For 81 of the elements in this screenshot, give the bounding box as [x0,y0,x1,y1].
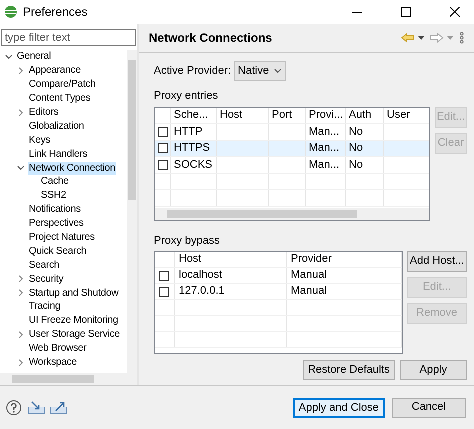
dropdown-icon[interactable] [418,36,425,40]
expand-icon[interactable] [17,289,25,298]
tree-item[interactable]: Search [28,258,60,272]
table-cell-text: SOCKS [174,158,213,172]
tree-item[interactable]: Startup and Shutdow [28,286,120,300]
table-cell-text: No [349,141,364,156]
column-header[interactable]: Port [272,108,292,123]
tree-item[interactable]: Security [28,272,65,286]
scrollbar[interactable] [155,208,429,220]
more-icon[interactable] [460,32,464,44]
column-header[interactable]: Host [179,252,202,268]
expand-icon[interactable] [17,358,25,367]
filter-field[interactable]: type filter text [1,29,136,46]
tree-item[interactable]: Network Connection [28,162,116,175]
column-header[interactable]: Provi... [309,108,344,123]
maximize-icon[interactable] [401,7,411,17]
table-cell-text: No [349,124,364,140]
help-icon[interactable] [6,400,22,416]
table-cell-text: localhost [179,268,222,284]
table-cell-text: Manual [291,268,328,284]
table-cell-text: Man... [309,158,340,172]
table-cell-text: HTTP [174,124,203,140]
tree-item[interactable]: Link Handlers [28,148,89,161]
scrollbar[interactable] [0,373,137,385]
tree-item[interactable]: General [16,50,52,64]
provider-label: Active Provider: [154,64,232,79]
checkbox[interactable] [159,270,169,280]
column-header[interactable]: Sche... [174,108,208,123]
expand-icon[interactable] [17,275,25,284]
tree-item[interactable]: Compare/Patch [28,78,97,92]
checkbox[interactable] [158,143,168,154]
expand-icon[interactable] [17,66,25,75]
tree-item[interactable]: Perspectives [28,217,85,230]
tree-item[interactable]: Globalization [28,120,86,133]
table-cell-text: HTTPS [174,141,210,156]
table-cell-text: No [349,158,364,172]
column-header[interactable]: User [387,108,410,123]
import-icon[interactable] [28,400,46,414]
section-label: Proxy bypass [154,234,222,248]
app-logo-icon [4,5,18,19]
scrollbar[interactable] [127,50,137,373]
tree-item[interactable]: User Storage Service [28,328,122,342]
tree-item[interactable]: Workspace [28,356,78,370]
tree-item[interactable]: Web Browser [28,342,88,356]
table-cell-text: Man... [309,141,340,156]
window-title: Preferences [23,4,89,21]
table-cell-text: Manual [291,284,328,300]
button[interactable]: Cancel [392,398,466,418]
tree-item[interactable]: SSH2 [40,189,68,202]
checkbox[interactable] [159,286,169,296]
tree-item[interactable]: Keys [28,134,52,147]
expand-icon[interactable] [17,108,25,116]
button[interactable]: Restore Defaults [303,360,395,380]
tree-item[interactable]: Cache [40,175,70,188]
tree-item[interactable]: Content Types [28,92,92,106]
caret-icon[interactable] [274,67,282,75]
collapse-icon[interactable] [17,164,25,172]
tree-item[interactable]: Quick Search [28,244,88,258]
tree-item[interactable]: UI Freeze Monitoring [28,314,120,328]
provider-dropdown[interactable]: Native [234,61,286,81]
tree-item[interactable]: Tracing [28,300,62,314]
column-header[interactable]: Auth [349,108,372,123]
button[interactable]: Apply [400,360,467,380]
expand-icon[interactable] [17,330,25,339]
table-cell-text: 127.0.0.1 [179,284,225,300]
tree-item[interactable]: Appearance [28,64,82,78]
close-icon[interactable] [450,7,460,17]
tree-item[interactable]: Notifications [28,203,82,216]
page-title: Network Connections [149,30,274,47]
tree-item[interactable]: Editors [28,106,60,119]
export-icon[interactable] [50,400,68,414]
button[interactable]: Add Host... [407,251,467,272]
table-cell-text: Man... [309,124,340,140]
button[interactable]: Apply and Close [292,398,385,418]
checkbox[interactable] [158,126,168,137]
checkbox[interactable] [158,160,168,170]
tree-item[interactable]: Project Natures [28,231,96,244]
section-label: Proxy entries [154,89,220,104]
column-header[interactable]: Host [220,108,243,123]
column-header[interactable]: Provider [291,252,332,268]
collapse-icon[interactable] [5,52,13,61]
